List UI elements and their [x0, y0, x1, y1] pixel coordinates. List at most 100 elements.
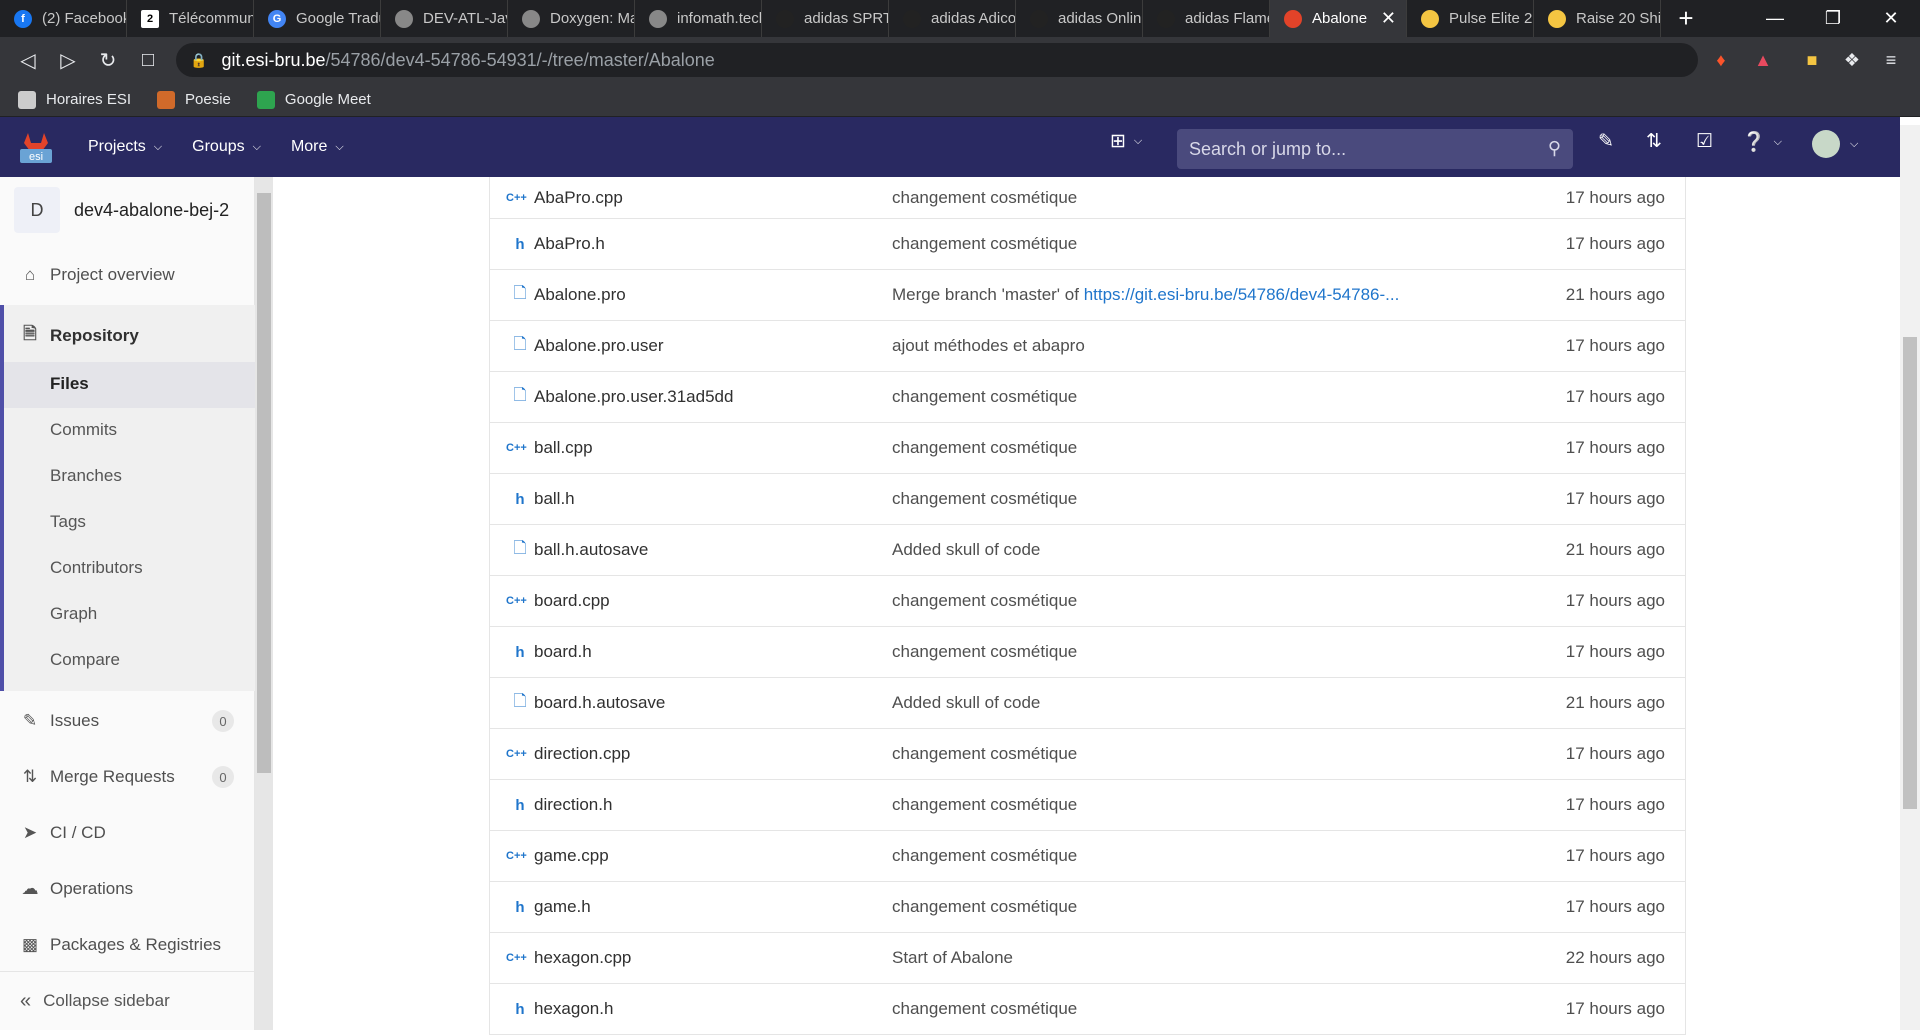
sidebar-scrollbar-thumb[interactable]: [257, 193, 271, 773]
commit-message-text[interactable]: Start of Abalone: [892, 948, 1013, 967]
tab-close-icon[interactable]: ✕: [1381, 8, 1396, 29]
browser-tab[interactable]: adidas Flame: [1143, 0, 1270, 37]
search-input[interactable]: Search or jump to... ⚲: [1177, 129, 1573, 169]
address-bar[interactable]: 🔒 git.esi-bru.be/54786/dev4-54786-54931/…: [176, 43, 1698, 77]
commit-message[interactable]: ajout méthodes et abapro: [892, 336, 1085, 356]
commit-message-text[interactable]: changement cosmétique: [892, 489, 1077, 508]
browser-tab[interactable]: 2 Télécommunication: [127, 0, 254, 37]
menu-icon[interactable]: ≡: [1876, 45, 1906, 75]
sidebar-item-cicd[interactable]: ➤ CI / CD: [20, 823, 106, 843]
merge-requests-header-icon[interactable]: ⇅: [1646, 130, 1662, 153]
browser-tab[interactable]: DEV-ATL-Java: [381, 0, 508, 37]
bookmark-icon[interactable]: □: [128, 49, 168, 72]
help-icon[interactable]: ❔ ⌵: [1742, 130, 1782, 154]
sidebar-item-graph[interactable]: Graph: [50, 604, 97, 624]
sidebar-item-contributors[interactable]: Contributors: [50, 558, 143, 578]
file-name-link[interactable]: ball.h.autosave: [534, 540, 648, 560]
browser-tab[interactable]: adidas SPRT: [762, 0, 889, 37]
file-name-link[interactable]: AbaPro.h: [534, 234, 605, 254]
commit-message[interactable]: changement cosmétique: [892, 999, 1077, 1019]
brave-shield-icon[interactable]: ♦: [1706, 45, 1736, 75]
file-name-link[interactable]: ball.cpp: [534, 438, 593, 458]
commit-message-text[interactable]: changement cosmétique: [892, 999, 1077, 1018]
extensions-puzzle-icon[interactable]: ❖: [1837, 45, 1867, 75]
commit-message-text[interactable]: changement cosmétique: [892, 642, 1077, 661]
commit-message-text[interactable]: Added skull of code: [892, 693, 1040, 712]
page-scrollbar-thumb[interactable]: [1903, 337, 1917, 809]
commit-message-text[interactable]: changement cosmétique: [892, 387, 1077, 406]
commit-link[interactable]: https://git.esi-bru.be/54786/dev4-54786-…: [1084, 285, 1400, 304]
sidebar-item-merge-requests[interactable]: ⇅ Merge Requests: [20, 767, 175, 787]
commit-message[interactable]: changement cosmétique: [892, 744, 1077, 764]
file-name-link[interactable]: Abalone.pro: [534, 285, 626, 305]
browser-tab[interactable]: Raise 20 Shi: [1534, 0, 1661, 37]
brave-rewards-icon[interactable]: ▲: [1748, 45, 1778, 75]
browser-tab[interactable]: f (2) Facebook: [0, 0, 127, 37]
new-item-plus-icon[interactable]: ⊞ ⌵: [1110, 130, 1142, 153]
nav-groups[interactable]: Groups ⌵: [192, 138, 261, 156]
nav-more[interactable]: More ⌵: [291, 138, 344, 156]
browser-tab[interactable]: adidas Online: [1016, 0, 1143, 37]
sidebar-item-commits[interactable]: Commits: [50, 420, 117, 440]
browser-tab[interactable]: Doxygen: Main: [508, 0, 635, 37]
back-icon[interactable]: ◁: [8, 48, 48, 73]
browser-tab[interactable]: Abalone ✕: [1270, 0, 1407, 37]
commit-message[interactable]: changement cosmétique: [892, 188, 1077, 208]
collapse-sidebar-button[interactable]: «Collapse sidebar: [0, 971, 255, 1030]
sidebar-item-files[interactable]: Files: [50, 374, 89, 394]
file-name-link[interactable]: board.h: [534, 642, 592, 662]
page-scrollbar[interactable]: [1900, 125, 1920, 1030]
commit-message-text[interactable]: Added skull of code: [892, 540, 1040, 559]
issues-header-icon[interactable]: ✎: [1598, 130, 1614, 153]
file-name-link[interactable]: AbaPro.cpp: [534, 188, 623, 208]
forward-icon[interactable]: ▷: [48, 48, 88, 73]
commit-message-text[interactable]: changement cosmétique: [892, 795, 1077, 814]
sidebar-item-project-overview[interactable]: ⌂ Project overview: [20, 265, 175, 285]
commit-message[interactable]: changement cosmétique: [892, 438, 1077, 458]
commit-message-text[interactable]: changement cosmétique: [892, 846, 1077, 865]
commit-message[interactable]: Added skull of code: [892, 540, 1040, 560]
extension-icon[interactable]: ■: [1797, 45, 1827, 75]
commit-message[interactable]: changement cosmétique: [892, 387, 1077, 407]
sidebar-item-tags[interactable]: Tags: [50, 512, 86, 532]
bookmark-item[interactable]: Google Meet: [256, 90, 371, 109]
new-tab-icon[interactable]: +: [1661, 0, 1711, 37]
file-name-link[interactable]: game.cpp: [534, 846, 609, 866]
browser-tab[interactable]: infomath.tech: [635, 0, 762, 37]
minimize-icon[interactable]: —: [1746, 0, 1804, 37]
sidebar-item-operations[interactable]: ☁ Operations: [20, 879, 134, 899]
commit-message-text[interactable]: changement cosmétique: [892, 744, 1077, 763]
commit-message-text[interactable]: changement cosmétique: [892, 438, 1077, 457]
commit-message-text[interactable]: Merge branch 'master' of: [892, 285, 1084, 304]
commit-message[interactable]: Merge branch 'master' of https://git.esi…: [892, 285, 1399, 305]
restore-icon[interactable]: ❐: [1804, 0, 1862, 37]
browser-tab[interactable]: adidas Adicolor: [889, 0, 1016, 37]
file-name-link[interactable]: Abalone.pro.user.31ad5dd: [534, 387, 733, 407]
file-name-link[interactable]: Abalone.pro.user: [534, 336, 663, 356]
sidebar-item-repository[interactable]: 🗎 Repository: [20, 321, 139, 350]
commit-message-text[interactable]: changement cosmétique: [892, 897, 1077, 916]
commit-message[interactable]: changement cosmétique: [892, 846, 1077, 866]
file-name-link[interactable]: board.cpp: [534, 591, 610, 611]
file-name-link[interactable]: direction.h: [534, 795, 612, 815]
file-name-link[interactable]: hexagon.cpp: [534, 948, 631, 968]
commit-message[interactable]: changement cosmétique: [892, 642, 1077, 662]
file-name-link[interactable]: game.h: [534, 897, 591, 917]
bookmark-item[interactable]: Poesie: [157, 90, 231, 109]
commit-message[interactable]: changement cosmétique: [892, 591, 1077, 611]
bookmark-item[interactable]: Horaires ESI: [18, 90, 131, 109]
commit-message-text[interactable]: ajout méthodes et abapro: [892, 336, 1085, 355]
sidebar-item-branches[interactable]: Branches: [50, 466, 122, 486]
commit-message-text[interactable]: changement cosmétique: [892, 234, 1077, 253]
commit-message[interactable]: changement cosmétique: [892, 234, 1077, 254]
avatar[interactable]: ⌵: [1812, 130, 1858, 158]
nav-projects[interactable]: Projects ⌵: [88, 138, 162, 156]
commit-message-text[interactable]: changement cosmétique: [892, 591, 1077, 610]
commit-message-text[interactable]: changement cosmétique: [892, 188, 1077, 207]
sidebar-item-issues[interactable]: ✎ Issues: [20, 711, 99, 731]
commit-message[interactable]: changement cosmétique: [892, 489, 1077, 509]
browser-tab[interactable]: G Google Traduction: [254, 0, 381, 37]
sidebar-item-packages[interactable]: ▩ Packages & Registries: [20, 935, 221, 955]
file-name-link[interactable]: ball.h: [534, 489, 575, 509]
file-name-link[interactable]: hexagon.h: [534, 999, 613, 1019]
